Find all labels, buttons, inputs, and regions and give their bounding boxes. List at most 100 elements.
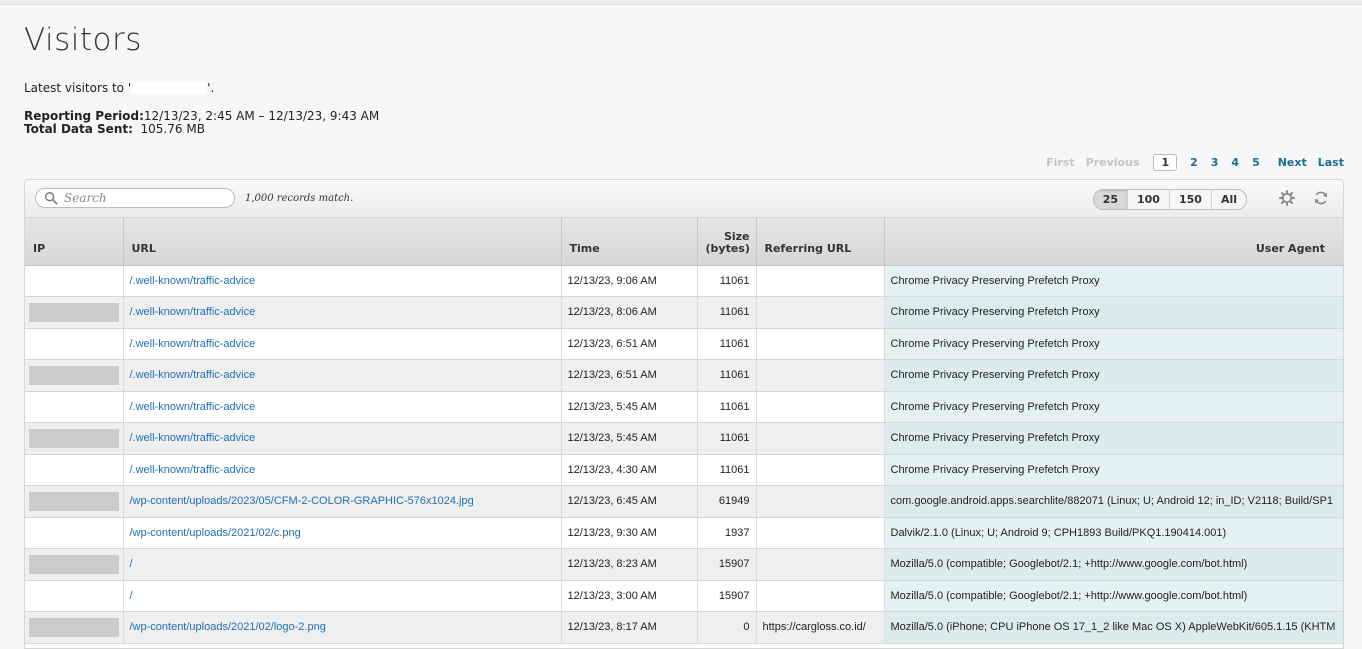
user-agent-cell: Chrome Privacy Preserving Prefetch Proxy [884,391,1343,423]
user-agent-cell: Chrome Privacy Preserving Prefetch Proxy [884,422,1343,455]
col-header-url[interactable]: URL [123,218,562,266]
records-match-count: 1,000 records match. [245,193,354,204]
time-cell: 12/13/23, 9:06 AM [561,265,698,297]
subtitle-suffix: '. [207,81,215,95]
table-row[interactable]: /wp-content/uploads/2021/02/c.png 12/13/2… [25,517,1343,549]
pager-previous[interactable]: Previous [1086,156,1140,169]
url-link[interactable]: / [123,548,562,581]
pagination: First Previous 1 2 3 4 5 Next Last [1035,154,1344,171]
size-cell: 11061 [697,454,757,486]
referring-url-cell [756,265,885,297]
user-agent-cell: Chrome Privacy Preserving Prefetch Proxy [884,265,1343,297]
url-link[interactable]: /.well-known/traffic-advice [123,422,562,455]
search-input[interactable] [62,190,222,206]
table-row[interactable]: /.well-known/traffic-advice 12/13/23, 4:3… [25,454,1343,486]
referring-url-cell [756,454,885,486]
data-sent-label: Total Data Sent: [24,122,133,136]
pager-page-2[interactable]: 2 [1190,156,1198,169]
url-link[interactable]: /.well-known/traffic-advice [123,328,562,360]
period-value: 12/13/23, 2:45 AM – 12/13/23, 9:43 AM [143,109,380,123]
pager-first[interactable]: First [1046,156,1075,169]
page-size-100[interactable]: 100 [1127,190,1169,209]
size-cell: 11061 [697,422,757,455]
redacted-ip [29,491,119,511]
url-link[interactable]: / [123,580,562,612]
size-cell: 15907 [697,548,757,581]
referring-url-cell [756,422,885,455]
pager-page-3[interactable]: 3 [1211,156,1219,169]
pager-page-5[interactable]: 5 [1252,156,1260,169]
page-subtitle: Latest visitors to ' '. [24,81,214,95]
redacted-ip [29,302,119,322]
gear-icon[interactable] [1279,190,1295,206]
table-row[interactable]: /.well-known/traffic-advice 12/13/23, 5:4… [25,391,1343,423]
search-icon [45,192,58,205]
col-header-time[interactable]: Time [561,218,698,266]
table-row[interactable]: /.well-known/traffic-advice 12/13/23, 5:4… [25,422,1343,455]
user-agent-cell: Mozilla/5.0 (compatible; Googlebot/2.1; … [884,580,1343,612]
pager-page-4[interactable]: 4 [1231,156,1239,169]
subtitle-prefix: Latest visitors to ' [24,81,132,95]
col-header-user-agent[interactable]: User Agent [884,218,1343,266]
ip-cell [25,328,124,360]
size-cell: 1937 [697,517,757,549]
visitors-table: IP URL Time Size (bytes) Referring URL U… [25,218,1343,644]
size-cell: 11061 [697,296,757,329]
redacted-ip [29,365,119,385]
time-cell: 12/13/23, 6:51 AM [561,328,698,360]
table-row[interactable]: /.well-known/traffic-advice 12/13/23, 9:0… [25,265,1343,297]
ip-cell [25,454,124,486]
table-row[interactable]: /.well-known/traffic-advice 12/13/23, 6:5… [25,359,1343,392]
search-box[interactable] [35,188,235,208]
ip-cell [25,265,124,297]
table-row[interactable]: /12/13/23, 8:23 AM 15907 Mozilla/5.0 (comp… [25,548,1343,581]
user-agent-cell: Chrome Privacy Preserving Prefetch Proxy [884,454,1343,486]
user-agent-cell: Chrome Privacy Preserving Prefetch Proxy [884,296,1343,329]
size-cell: 11061 [697,328,757,360]
referring-url-cell [756,359,885,392]
referring-url-cell [756,391,885,423]
page-size-all[interactable]: All [1210,190,1246,209]
user-agent-cell: com.google.android.apps.searchlite/88207… [884,485,1343,518]
col-header-ip[interactable]: IP [25,218,124,266]
ip-cell [25,359,124,392]
pager-page-1[interactable]: 1 [1153,154,1178,171]
url-link[interactable]: /wp-content/uploads/2021/02/c.png [123,517,562,549]
pager-next[interactable]: Next [1278,156,1307,169]
table-row[interactable]: /wp-content/uploads/2021/02/logo-2.png 12… [25,611,1343,644]
url-link[interactable]: /.well-known/traffic-advice [123,391,562,423]
referring-url-cell [756,517,885,549]
time-cell: 12/13/23, 6:45 AM [561,485,698,518]
col-header-size[interactable]: Size (bytes) [697,218,757,266]
page-size-25[interactable]: 25 [1093,190,1127,209]
table-row[interactable]: /12/13/23, 3:00 AM 15907 Mozilla/5.0 (comp… [25,580,1343,612]
table-row[interactable]: /.well-known/traffic-advice 12/13/23, 6:5… [25,328,1343,360]
referring-url-cell [756,580,885,612]
referring-url-cell[interactable]: https://cargloss.co.id/ [756,611,885,644]
url-link[interactable]: /.well-known/traffic-advice [123,265,562,297]
url-link[interactable]: /.well-known/traffic-advice [123,359,562,392]
url-link[interactable]: /.well-known/traffic-advice [123,454,562,486]
ip-cell [25,422,124,455]
referring-url-cell [756,328,885,360]
ip-cell [25,296,124,329]
url-link[interactable]: /.well-known/traffic-advice [123,296,562,329]
pager-last[interactable]: Last [1318,156,1344,169]
redacted-ip [29,617,119,637]
table-row[interactable]: /wp-content/uploads/2023/05/CFM-2-COLOR-… [25,485,1343,518]
table-row[interactable]: /.well-known/traffic-advice 12/13/23, 8:0… [25,296,1343,329]
url-link[interactable]: /wp-content/uploads/2023/05/CFM-2-COLOR-… [123,485,562,518]
redacted-ip [29,428,119,448]
size-cell: 11061 [697,265,757,297]
referring-url-cell [756,548,885,581]
page-title: Visitors [24,22,142,58]
col-header-referring-url[interactable]: Referring URL [756,218,885,266]
ip-cell [25,548,124,581]
user-agent-cell: Chrome Privacy Preserving Prefetch Proxy [884,328,1343,360]
user-agent-cell: Mozilla/5.0 (compatible; Googlebot/2.1; … [884,548,1343,581]
refresh-icon[interactable] [1313,190,1329,206]
time-cell: 12/13/23, 5:45 AM [561,391,698,423]
page-size-150[interactable]: 150 [1168,190,1211,209]
time-cell: 12/13/23, 6:51 AM [561,359,698,392]
url-link[interactable]: /wp-content/uploads/2021/02/logo-2.png [123,611,562,644]
